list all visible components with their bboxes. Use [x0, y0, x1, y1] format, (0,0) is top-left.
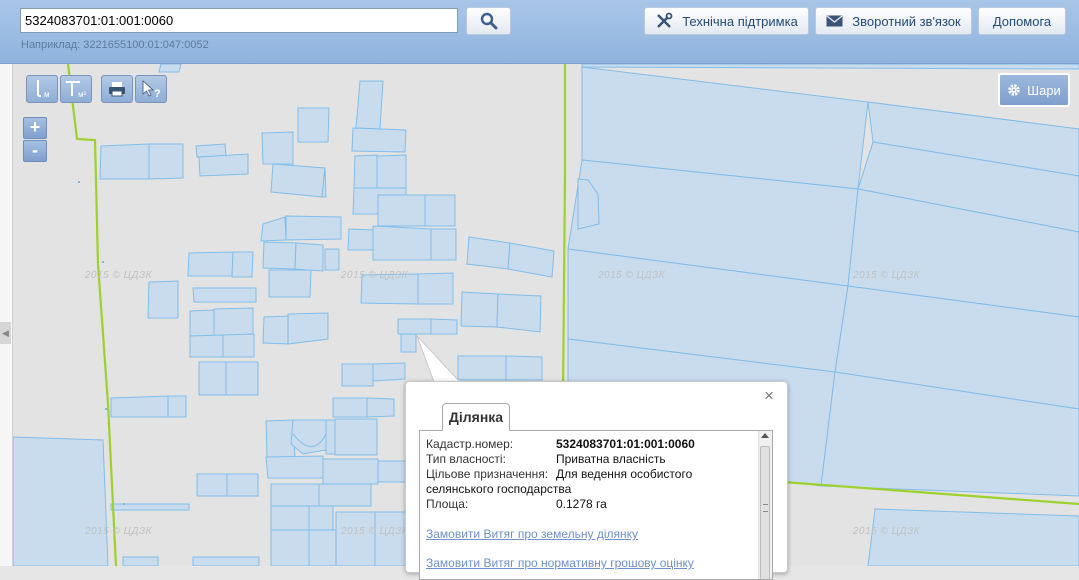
panel-scrollbar[interactable]: [758, 431, 772, 579]
map-watermark: 2015 © ЦДЗК: [598, 270, 666, 281]
print-button[interactable]: [101, 75, 133, 103]
scrollbar-thumb[interactable]: [760, 446, 770, 579]
field-label: Тип власності:: [426, 452, 506, 466]
field-value: Для ведення особистого селянського госпо…: [426, 467, 693, 496]
scroll-grip-icon: [763, 504, 768, 512]
svg-text:м: м: [44, 90, 50, 99]
ruler-area-icon: м²: [66, 81, 87, 99]
map-watermark: 2015 © ЦДЗК: [85, 270, 153, 281]
gear-icon: [1008, 84, 1020, 96]
search-button[interactable]: [466, 7, 511, 35]
layers-button[interactable]: Шари: [998, 73, 1070, 107]
layers-label: Шари: [1027, 82, 1061, 98]
order-valuation-extract-link[interactable]: Замовити Витяг про нормативну грошову оц…: [426, 556, 694, 570]
tech-support-label: Технічна підтримка: [682, 13, 798, 29]
feedback-label: Зворотний зв'язок: [852, 13, 961, 29]
svg-text:?: ?: [154, 88, 161, 99]
scroll-up-arrow-icon[interactable]: [761, 433, 769, 438]
printer-icon: [109, 82, 125, 97]
identify-button[interactable]: ?: [135, 75, 167, 103]
search-icon: [480, 12, 497, 30]
field-value: 0.1278 га: [556, 497, 607, 511]
close-icon[interactable]: ×: [764, 387, 774, 404]
parcel-details-panel: Кадастр.номер: 5324083701:01:001:0060 Ти…: [419, 430, 773, 580]
map-watermark: 2015 © ЦДЗК: [85, 526, 153, 537]
help-button[interactable]: Допомога: [978, 7, 1066, 35]
field-label: Площа:: [426, 497, 469, 511]
order-parcel-extract-link[interactable]: Замовити Витяг про земельну ділянку: [426, 527, 638, 541]
feedback-button[interactable]: Зворотний зв'язок: [815, 7, 972, 35]
zoom-out-button[interactable]: -: [23, 140, 47, 162]
expand-panel-arrow-icon[interactable]: ◀: [0, 322, 11, 344]
field-label: Кадастр.номер:: [426, 437, 514, 451]
tab-parcel[interactable]: Ділянка: [442, 403, 510, 431]
measure-distance-button[interactable]: м: [26, 75, 58, 103]
map-watermark: 2015 © ЦДЗК: [341, 526, 409, 537]
map-watermark: 2015 © ЦДЗК: [853, 270, 921, 281]
parcel-info-popup: × Ділянка Кадастр.номер: 5324083701:01:0…: [405, 381, 788, 580]
map-watermark: 2015 © ЦДЗК: [853, 526, 921, 537]
field-value: 5324083701:01:001:0060: [556, 437, 695, 451]
tech-support-button[interactable]: Технічна підтримка: [644, 7, 809, 35]
field-value: Приватна власність: [556, 452, 666, 466]
cadastral-search-input[interactable]: [20, 8, 458, 33]
left-panel-strip: ◀: [0, 64, 13, 566]
tools-icon: [657, 12, 673, 28]
envelope-icon: [826, 15, 843, 27]
pointer-question-icon: ?: [142, 80, 161, 99]
help-label: Допомога: [992, 13, 1052, 29]
zoom-in-button[interactable]: +: [23, 117, 47, 139]
svg-text:м²: м²: [78, 90, 87, 99]
measure-area-button[interactable]: м²: [60, 75, 92, 103]
ruler-distance-icon: м: [37, 80, 50, 99]
top-bar: Наприклад: 3221655100:01:047:0052 Техніч…: [0, 0, 1079, 64]
search-example-hint: Наприклад: 3221655100:01:047:0052: [21, 39, 209, 51]
map-watermark: 2015 © ЦДЗК: [341, 270, 409, 281]
